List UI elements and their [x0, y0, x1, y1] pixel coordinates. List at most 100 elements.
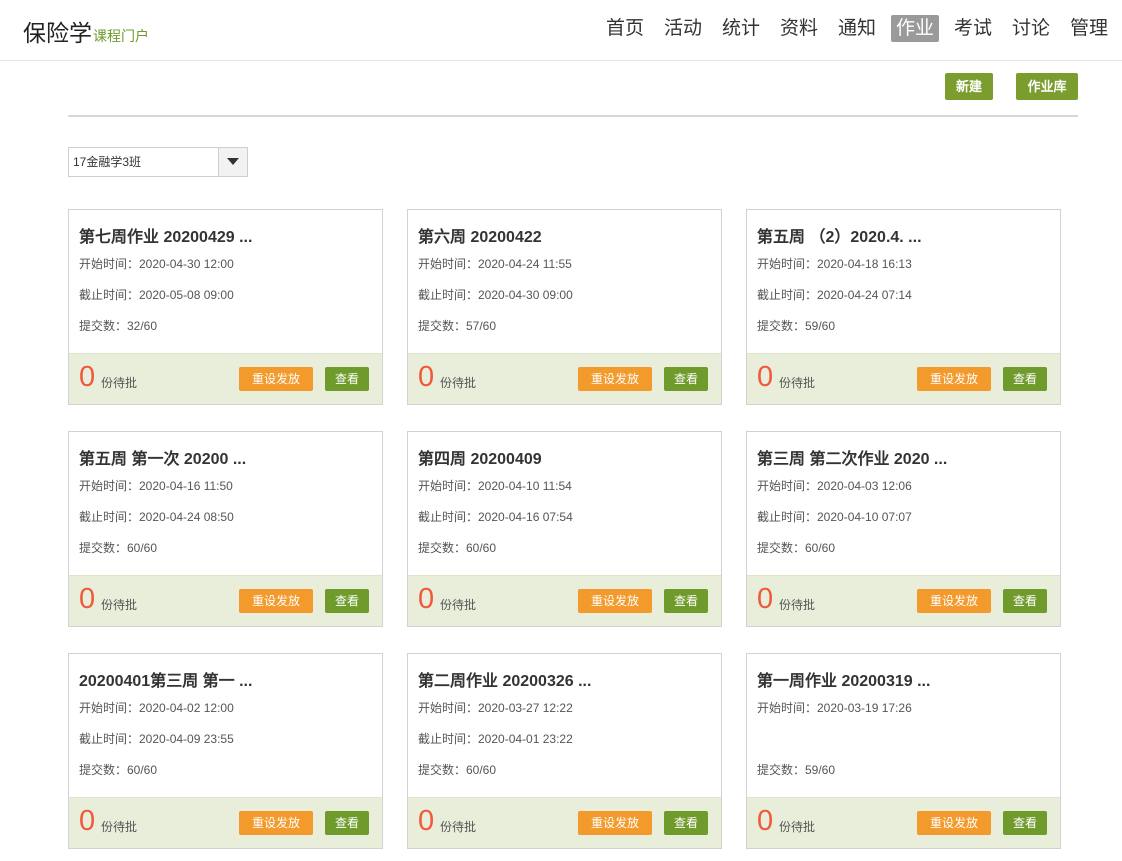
new-assignment-button[interactable]: 新建 [945, 73, 993, 100]
triangle-down-icon [227, 158, 239, 165]
reset-release-button[interactable]: 重设发放 [239, 811, 313, 835]
pending-count: 0 [757, 583, 774, 615]
assignment-title[interactable]: 第六周 20200422 [418, 223, 713, 247]
pending-label: 份待批 [779, 598, 816, 612]
card-footer: 0 份待批 重设发放 查看 [747, 353, 1060, 404]
assignment-title[interactable]: 第七周作业 20200429 ... [79, 223, 374, 247]
submission-count: 提交数：60/60 [79, 763, 158, 777]
nav-assignments[interactable]: 作业 [891, 15, 939, 42]
end-time: 截止时间：2020-04-01 23:22 [418, 732, 573, 746]
reset-release-button[interactable]: 重设发放 [917, 589, 991, 613]
pending-label: 份待批 [779, 376, 816, 390]
pending-label: 份待批 [101, 820, 138, 834]
submission-count: 提交数：32/60 [79, 319, 158, 333]
nav-home[interactable]: 首页 [605, 15, 645, 42]
pending-count: 0 [757, 361, 774, 393]
card-footer: 0 份待批 重设发放 查看 [69, 797, 382, 848]
assignment-title[interactable]: 第一周作业 20200319 ... [757, 667, 1052, 691]
pending-label: 份待批 [101, 598, 138, 612]
class-select[interactable]: 17金融学3班 [68, 147, 248, 177]
pending-count: 0 [79, 361, 96, 393]
submission-count: 提交数：60/60 [418, 763, 497, 777]
end-time: 截止时间：2020-04-30 09:00 [418, 288, 573, 302]
view-button[interactable]: 查看 [664, 367, 708, 391]
reset-release-button[interactable]: 重设发放 [917, 811, 991, 835]
card-footer: 0 份待批 重设发放 查看 [69, 575, 382, 626]
assignment-title[interactable]: 第三周 第二次作业 2020 ... [757, 445, 1052, 469]
start-time: 开始时间：2020-03-27 12:22 [418, 701, 573, 715]
reset-release-button[interactable]: 重设发放 [578, 811, 652, 835]
start-time: 开始时间：2020-04-10 11:54 [418, 479, 572, 493]
start-time: 开始时间：2020-04-18 16:13 [757, 257, 912, 271]
start-time: 开始时间：2020-04-30 12:00 [79, 257, 234, 271]
reset-release-button[interactable]: 重设发放 [578, 589, 652, 613]
pending-count: 0 [418, 583, 435, 615]
submission-count: 提交数：59/60 [757, 763, 836, 777]
nav-materials[interactable]: 资料 [779, 15, 819, 42]
pending-count: 0 [79, 583, 96, 615]
reset-release-button[interactable]: 重设发放 [578, 367, 652, 391]
view-button[interactable]: 查看 [1003, 367, 1047, 391]
reset-release-button[interactable]: 重设发放 [239, 367, 313, 391]
submission-count: 提交数：60/60 [757, 541, 836, 555]
view-button[interactable]: 查看 [1003, 589, 1047, 613]
view-button[interactable]: 查看 [325, 811, 369, 835]
reset-release-button[interactable]: 重设发放 [239, 589, 313, 613]
assignment-library-button[interactable]: 作业库 [1016, 73, 1078, 100]
assignment-card: 第四周 20200409 开始时间：2020-04-10 11:54 截止时间：… [407, 431, 722, 627]
submission-count: 提交数：57/60 [418, 319, 497, 333]
end-time: 截止时间：2020-04-24 08:50 [79, 510, 234, 524]
site-header: 保险学课程门户 首页 活动 统计 资料 通知 作业 考试 讨论 管理 [0, 0, 1122, 61]
assignment-title[interactable]: 第四周 20200409 [418, 445, 713, 469]
pending-label: 份待批 [440, 376, 477, 390]
pending-count: 0 [757, 805, 774, 837]
view-button[interactable]: 查看 [664, 811, 708, 835]
end-time: 截止时间：2020-04-24 07:14 [757, 288, 912, 302]
card-footer: 0 份待批 重设发放 查看 [747, 797, 1060, 848]
submission-count: 提交数：59/60 [757, 319, 836, 333]
reset-release-button[interactable]: 重设发放 [917, 367, 991, 391]
pending-count: 0 [418, 361, 435, 393]
view-button[interactable]: 查看 [664, 589, 708, 613]
nav-activities[interactable]: 活动 [663, 15, 703, 42]
end-time: 截止时间：2020-04-10 07:07 [757, 510, 912, 524]
assignment-title[interactable]: 第五周 第一次 20200 ... [79, 445, 374, 469]
pending-label: 份待批 [101, 376, 138, 390]
assignment-card: 第三周 第二次作业 2020 ... 开始时间：2020-04-03 12:06… [746, 431, 1061, 627]
assignment-card: 第二周作业 20200326 ... 开始时间：2020-03-27 12:22… [407, 653, 722, 849]
submission-count: 提交数：60/60 [79, 541, 158, 555]
assignment-card: 第一周作业 20200319 ... 开始时间：2020-03-19 17:26… [746, 653, 1061, 849]
end-time: 截止时间：2020-04-16 07:54 [418, 510, 573, 524]
view-button[interactable]: 查看 [325, 367, 369, 391]
card-footer: 0 份待批 重设发放 查看 [747, 575, 1060, 626]
assignment-card: 第七周作业 20200429 ... 开始时间：2020-04-30 12:00… [68, 209, 383, 405]
start-time: 开始时间：2020-04-24 11:55 [418, 257, 572, 271]
assignment-card: 第六周 20200422 开始时间：2020-04-24 11:55 截止时间：… [407, 209, 722, 405]
card-footer: 0 份待批 重设发放 查看 [408, 797, 721, 848]
start-time: 开始时间：2020-04-02 12:00 [79, 701, 234, 715]
nav-statistics[interactable]: 统计 [721, 15, 761, 42]
end-time: 截止时间：2020-05-08 09:00 [79, 288, 234, 302]
nav-manage[interactable]: 管理 [1069, 15, 1109, 42]
card-footer: 0 份待批 重设发放 查看 [408, 575, 721, 626]
pending-label: 份待批 [440, 598, 477, 612]
class-select-value: 17金融学3班 [73, 155, 142, 169]
pending-label: 份待批 [440, 820, 477, 834]
view-button[interactable]: 查看 [1003, 811, 1047, 835]
pending-count: 0 [79, 805, 96, 837]
dropdown-toggle[interactable] [218, 148, 247, 176]
pending-count: 0 [418, 805, 435, 837]
assignment-card: 第五周 （2）2020.4. ... 开始时间：2020-04-18 16:13… [746, 209, 1061, 405]
assignment-title[interactable]: 第五周 （2）2020.4. ... [757, 223, 1052, 247]
start-time: 开始时间：2020-03-19 17:26 [757, 701, 912, 715]
main-nav: 首页 活动 统计 资料 通知 作业 考试 讨论 管理 [0, 15, 1122, 43]
end-time: 截止时间：2020-04-09 23:55 [79, 732, 234, 746]
nav-exams[interactable]: 考试 [953, 15, 993, 42]
card-footer: 0 份待批 重设发放 查看 [408, 353, 721, 404]
nav-notices[interactable]: 通知 [837, 15, 877, 42]
card-footer: 0 份待批 重设发放 查看 [69, 353, 382, 404]
assignment-title[interactable]: 20200401第三周 第一 ... [79, 667, 374, 691]
view-button[interactable]: 查看 [325, 589, 369, 613]
nav-discussion[interactable]: 讨论 [1011, 15, 1051, 42]
assignment-title[interactable]: 第二周作业 20200326 ... [418, 667, 713, 691]
